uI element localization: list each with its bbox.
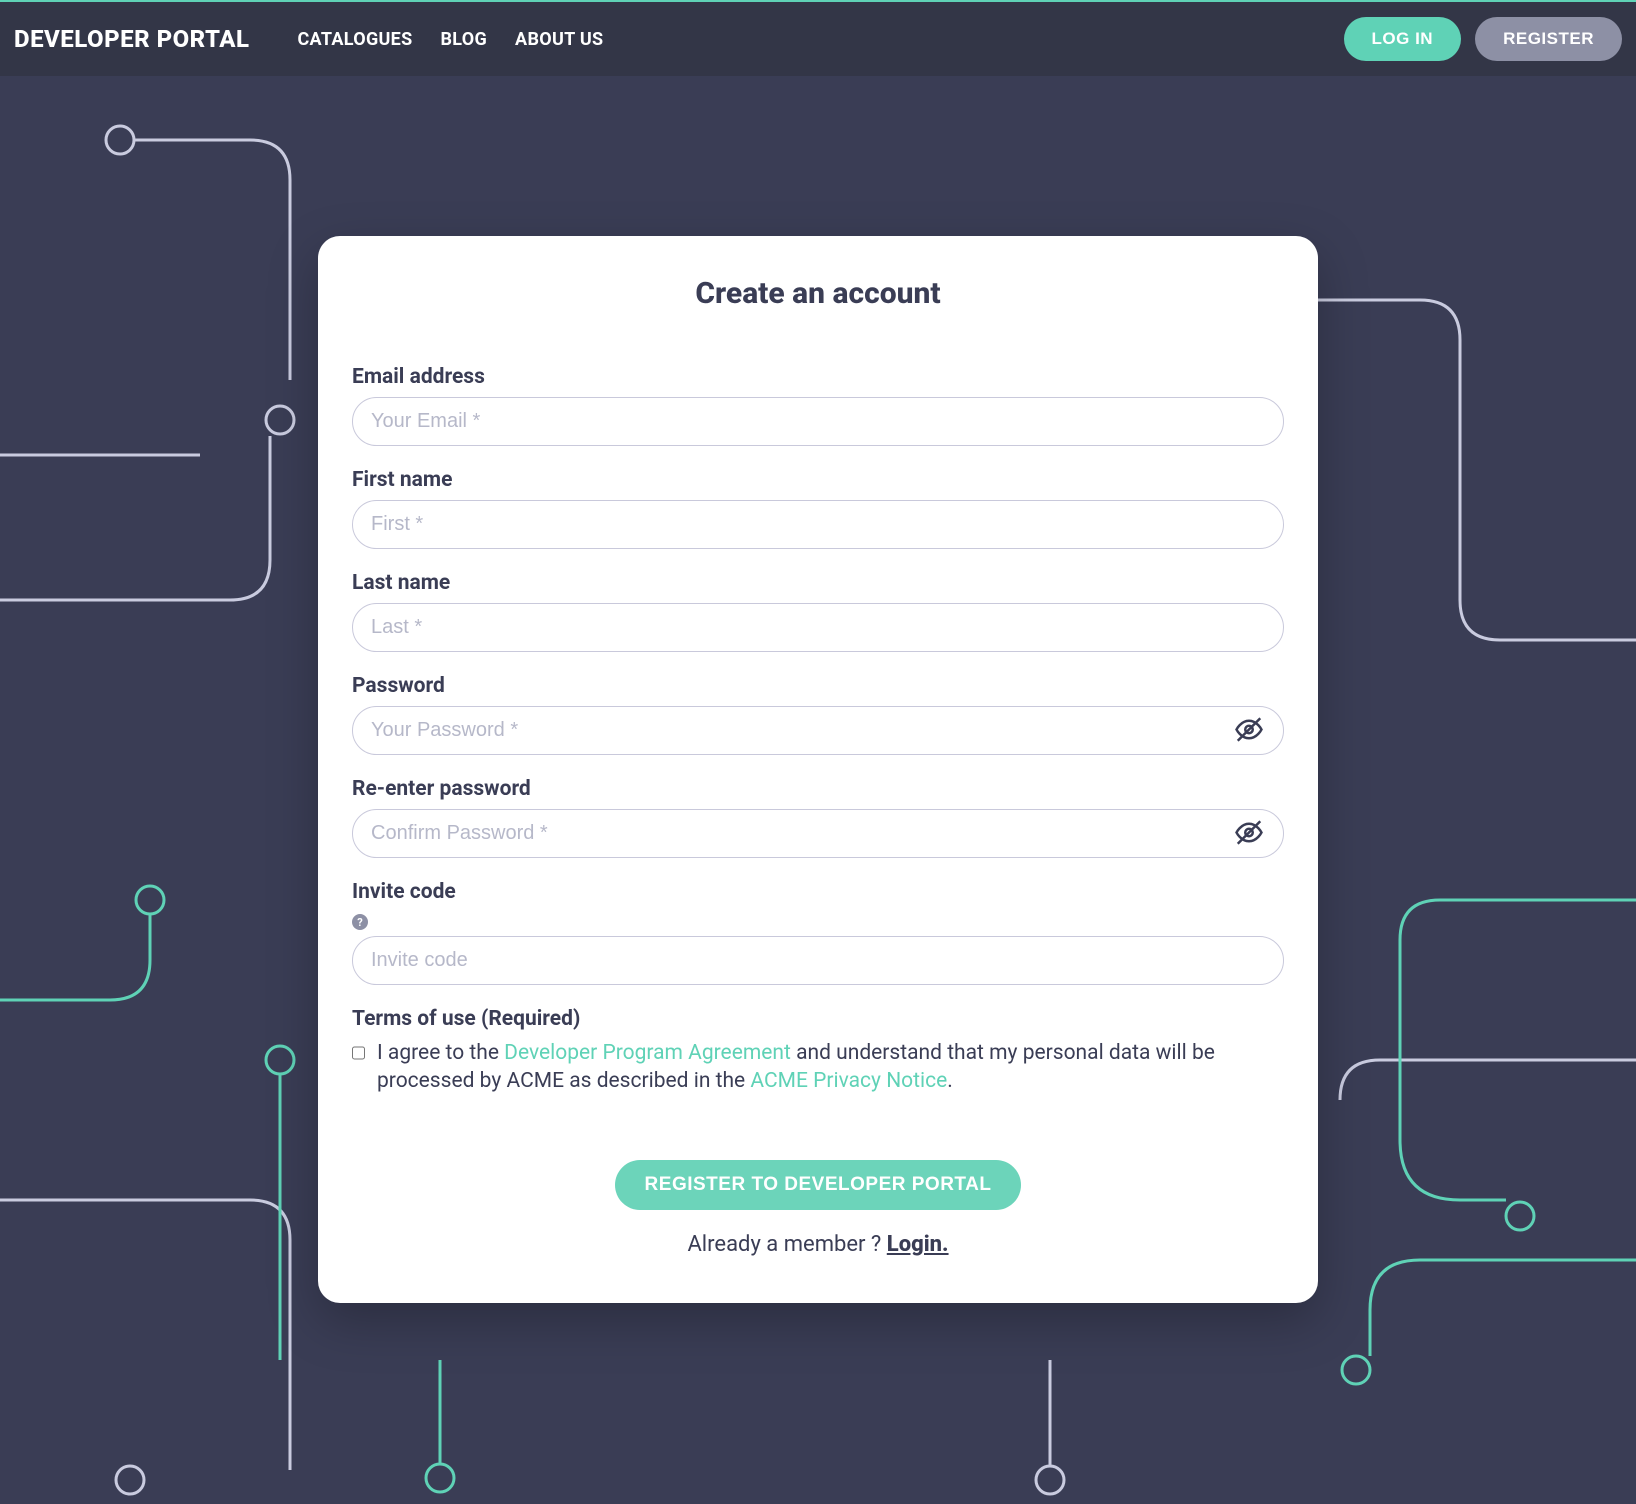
- form-actions: REGISTER TO DEVELOPER PORTAL Already a m…: [352, 1160, 1284, 1257]
- developer-program-agreement-link[interactable]: Developer Program Agreement: [504, 1041, 791, 1065]
- privacy-notice-link[interactable]: ACME Privacy Notice: [750, 1069, 947, 1093]
- confirm-password-input[interactable]: [352, 809, 1284, 858]
- field-confirm-password: Re-enter password: [352, 777, 1284, 858]
- label-terms: Terms of use (Required): [352, 1007, 1284, 1031]
- terms-text: I agree to the Developer Program Agreeme…: [377, 1039, 1284, 1096]
- label-confirm-password: Re-enter password: [352, 777, 1284, 801]
- brand-title[interactable]: DEVELOPER PORTAL: [14, 25, 249, 53]
- eye-off-icon: [1234, 732, 1264, 747]
- field-email: Email address: [352, 365, 1284, 446]
- login-button[interactable]: LOG IN: [1344, 17, 1462, 61]
- terms-suffix: .: [947, 1069, 953, 1093]
- toggle-password-visibility-button[interactable]: [1230, 710, 1268, 751]
- terms-prefix: I agree to the: [377, 1041, 504, 1065]
- eye-off-icon: [1234, 835, 1264, 850]
- page-content: Create an account Email address First na…: [0, 76, 1636, 1383]
- password-input[interactable]: [352, 706, 1284, 755]
- label-last-name: Last name: [352, 571, 1284, 595]
- nav-about-us[interactable]: ABOUT US: [515, 29, 603, 50]
- email-input[interactable]: [352, 397, 1284, 446]
- label-invite-code: Invite code: [352, 880, 1284, 904]
- main-menu: CATALOGUES BLOG ABOUT US: [297, 29, 603, 50]
- label-email: Email address: [352, 365, 1284, 389]
- invite-code-input[interactable]: [352, 936, 1284, 985]
- register-card: Create an account Email address First na…: [318, 236, 1318, 1303]
- toggle-confirm-visibility-button[interactable]: [1230, 813, 1268, 854]
- terms-checkbox[interactable]: [352, 1045, 365, 1061]
- already-member-text: Already a member ?: [687, 1232, 886, 1257]
- already-member-row: Already a member ? Login.: [352, 1232, 1284, 1257]
- nav-blog[interactable]: BLOG: [441, 29, 488, 50]
- first-name-input[interactable]: [352, 500, 1284, 549]
- top-nav: DEVELOPER PORTAL CATALOGUES BLOG ABOUT U…: [0, 2, 1636, 76]
- register-button[interactable]: REGISTER: [1475, 17, 1622, 61]
- field-first-name: First name: [352, 468, 1284, 549]
- field-invite-code: Invite code ?: [352, 880, 1284, 985]
- label-first-name: First name: [352, 468, 1284, 492]
- login-link[interactable]: Login.: [887, 1232, 949, 1257]
- last-name-input[interactable]: [352, 603, 1284, 652]
- label-password: Password: [352, 674, 1284, 698]
- form-title: Create an account: [352, 276, 1284, 311]
- nav-catalogues[interactable]: CATALOGUES: [297, 29, 412, 50]
- field-last-name: Last name: [352, 571, 1284, 652]
- help-icon[interactable]: ?: [352, 914, 368, 930]
- submit-register-button[interactable]: REGISTER TO DEVELOPER PORTAL: [615, 1160, 1022, 1210]
- field-password: Password: [352, 674, 1284, 755]
- field-terms: Terms of use (Required) I agree to the D…: [352, 1007, 1284, 1096]
